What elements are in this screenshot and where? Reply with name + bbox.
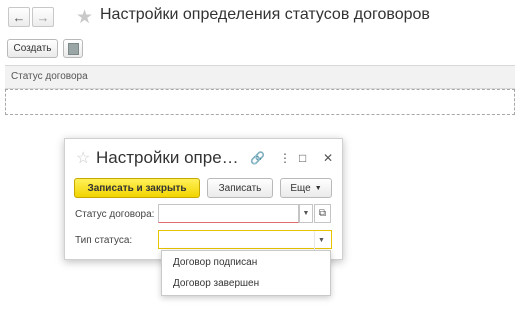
- forward-button[interactable]: →: [32, 7, 54, 27]
- list-header: Статус договора: [5, 65, 515, 89]
- arrow-right-icon: →: [36, 9, 50, 25]
- dialog-star-icon[interactable]: ☆: [76, 151, 90, 167]
- star-icon[interactable]: ★: [76, 8, 93, 27]
- status-open-button[interactable]: ⧉: [314, 204, 331, 223]
- dropdown-option[interactable]: Договор подписан: [173, 257, 257, 268]
- save-button[interactable]: Записать: [207, 178, 273, 198]
- save-close-button[interactable]: Записать и закрыть: [74, 178, 200, 198]
- more-vert-icon[interactable]: ⋮: [279, 151, 291, 165]
- more-button[interactable]: Еще ▼: [280, 178, 332, 198]
- link-icon[interactable]: 🔗: [250, 151, 265, 165]
- dialog-title: Настройки опре…: [96, 148, 239, 167]
- chevron-down-icon: ▼: [314, 184, 322, 192]
- status-dropdown-button[interactable]: ▼: [299, 204, 313, 223]
- status-field[interactable]: [158, 204, 299, 223]
- type-field[interactable]: [158, 230, 332, 249]
- arrow-left-icon: ←: [12, 9, 26, 25]
- type-field-label: Тип статуса:: [75, 235, 133, 246]
- copy-icon: [67, 42, 79, 55]
- chevron-down-icon: ▼: [302, 210, 310, 217]
- copy-button[interactable]: [63, 39, 83, 58]
- column-header-status[interactable]: Статус договора: [11, 71, 88, 82]
- more-label: Еще: [290, 182, 311, 194]
- open-icon: ⧉: [318, 208, 327, 219]
- close-icon[interactable]: ✕: [323, 151, 333, 165]
- back-button[interactable]: ←: [8, 7, 30, 27]
- dropdown-option[interactable]: Договор завершен: [173, 278, 259, 289]
- maximize-icon[interactable]: □: [299, 151, 306, 165]
- type-dropdown-button[interactable]: ▼: [314, 231, 328, 250]
- status-field-label: Статус договора:: [75, 209, 155, 220]
- chevron-down-icon: ▼: [318, 237, 325, 244]
- create-button[interactable]: Создать: [7, 39, 58, 58]
- page-title: Настройки определения статусов договоров: [100, 6, 430, 23]
- list-empty-row[interactable]: [5, 89, 515, 115]
